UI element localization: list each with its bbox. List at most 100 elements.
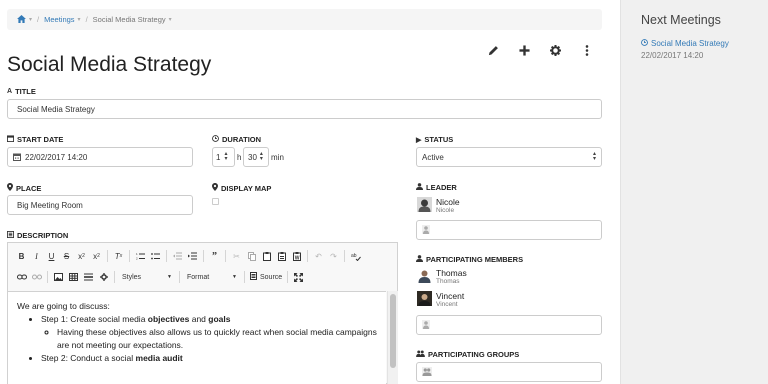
paste-icon[interactable]	[259, 249, 274, 263]
select-arrows-icon: ▴ ▾	[592, 151, 596, 162]
svg-text:1: 1	[136, 252, 138, 256]
toolbar-divider	[129, 250, 130, 262]
group-placeholder-icon	[422, 366, 432, 378]
calendar-icon[interactable]	[13, 153, 21, 161]
toolbar-divider	[344, 250, 345, 262]
duration-minutes-value: 30	[248, 152, 257, 162]
image-icon[interactable]	[51, 270, 66, 284]
participating-members-label: PARTICIPATING MEMBERS	[416, 255, 523, 264]
editor-list-item: Having these objectives also allows us t…	[57, 326, 377, 352]
member-person[interactable]: Vincent Vincent	[417, 291, 464, 309]
map-marker-icon	[7, 183, 13, 193]
title-input[interactable]: Social Media Strategy	[7, 99, 602, 119]
scrollbar-thumb[interactable]	[390, 294, 396, 368]
paste-text-icon[interactable]	[274, 249, 289, 263]
chevron-down-icon[interactable]: ▾	[169, 16, 172, 23]
remove-format-icon[interactable]: Tx	[111, 249, 126, 263]
svg-text:2: 2	[136, 257, 138, 261]
superscript-icon[interactable]: x2	[89, 249, 104, 263]
editor-text: and	[189, 314, 209, 324]
horizontal-line-icon[interactable]	[81, 270, 96, 284]
redo-icon[interactable]: ↷	[326, 249, 341, 263]
leader-label-text: LEADER	[426, 183, 457, 192]
editor-scrollbar[interactable]	[387, 291, 398, 384]
member-person[interactable]: Thomas Thomas	[417, 268, 467, 286]
editor-bold-text: objectives	[147, 314, 190, 324]
plus-icon[interactable]	[509, 42, 540, 58]
duration-hours-input[interactable]: 1 ▴ ▾	[212, 147, 235, 167]
pencil-icon[interactable]	[478, 42, 509, 58]
bold-icon[interactable]: B	[14, 249, 29, 263]
start-date-input[interactable]: 22/02/2017 14:20	[7, 147, 193, 167]
special-char-icon[interactable]	[96, 270, 111, 284]
link-icon[interactable]	[14, 270, 29, 284]
source-button-label: Source	[260, 273, 283, 281]
subscript-icon[interactable]: x2	[74, 249, 89, 263]
underline-icon[interactable]: U	[44, 249, 59, 263]
spellcheck-icon[interactable]: ab	[348, 249, 363, 263]
styles-dropdown[interactable]: Styles ▼	[118, 270, 176, 284]
editor-text: Step 1: Create social media	[41, 314, 148, 324]
duration-hours-unit: h	[237, 153, 242, 162]
next-meeting-link[interactable]: Social Media Strategy	[641, 39, 748, 48]
chevron-down-icon[interactable]: ▾	[78, 16, 81, 23]
editor-content-area[interactable]: We are going to discuss: Step 1: Create …	[8, 291, 386, 384]
duration-label-text: DURATION	[222, 135, 262, 144]
toolbar-divider	[166, 250, 167, 262]
chevron-down-icon[interactable]: ▾	[29, 16, 32, 23]
indent-icon[interactable]	[185, 249, 200, 263]
play-icon: ▶	[416, 136, 422, 144]
breadcrumb-separator: /	[37, 15, 40, 24]
groups-search-input[interactable]	[416, 362, 602, 382]
format-dropdown[interactable]: Format ▼	[183, 270, 241, 284]
next-meetings-sidebar: Next Meetings Social Media Strategy 22/0…	[620, 0, 768, 384]
user-placeholder-icon	[422, 224, 430, 236]
table-icon[interactable]	[66, 270, 81, 284]
chevron-down-icon: ▼	[167, 274, 172, 280]
svg-text:ab: ab	[351, 253, 357, 259]
editor-list: Step 1: Create social media objectives a…	[41, 313, 377, 365]
user-placeholder-icon	[422, 319, 430, 331]
status-select[interactable]: Active ▴ ▾	[416, 147, 602, 167]
title-label: A TITLE	[7, 87, 36, 96]
blockquote-icon[interactable]: ”	[207, 249, 222, 263]
user-icon	[416, 255, 423, 264]
numbered-list-icon[interactable]: 12	[133, 249, 148, 263]
leader-label: LEADER	[416, 183, 457, 192]
toolbar-divider	[114, 271, 115, 283]
unlink-icon[interactable]	[29, 270, 44, 284]
members-search-input[interactable]	[416, 315, 602, 335]
breadcrumb-meetings[interactable]: Meetings	[44, 15, 74, 24]
editor-text: Step 2: Conduct a social	[41, 353, 136, 363]
editor-list-item: Step 2: Conduct a social media audit	[41, 352, 377, 365]
member-username: Thomas	[436, 278, 460, 285]
editor-toolbar-row-2: Styles ▼ Format ▼ Source	[14, 268, 306, 286]
spinner-icon[interactable]: ▴ ▾	[260, 151, 263, 162]
place-input[interactable]: Big Meeting Room	[7, 195, 193, 215]
bulleted-list-icon[interactable]	[148, 249, 163, 263]
more-vertical-icon[interactable]	[571, 42, 602, 58]
copy-icon[interactable]	[244, 249, 259, 263]
participating-groups-label-text: PARTICIPATING GROUPS	[428, 350, 520, 359]
home-icon[interactable]	[17, 14, 26, 25]
duration-minutes-input[interactable]: 30 ▴ ▾	[243, 147, 269, 167]
paste-word-icon[interactable]: W	[289, 249, 304, 263]
strikethrough-icon[interactable]: S	[59, 249, 74, 263]
outdent-icon[interactable]	[170, 249, 185, 263]
italic-icon[interactable]: I	[29, 249, 44, 263]
leader-username: Nicole	[436, 207, 455, 214]
undo-icon[interactable]: ↶	[311, 249, 326, 263]
cut-icon[interactable]: ✂	[229, 249, 244, 263]
toolbar-divider	[225, 250, 226, 262]
maximize-icon[interactable]	[291, 270, 306, 284]
chevron-down-icon: ▼	[232, 274, 237, 280]
leader-person[interactable]: Nicole Nicole	[417, 197, 460, 215]
gear-icon[interactable]	[540, 42, 571, 58]
toolbar-divider	[307, 250, 308, 262]
display-map-checkbox[interactable]	[212, 198, 219, 205]
sidebar-title: Next Meetings	[641, 13, 721, 27]
leader-search-input[interactable]	[416, 220, 602, 240]
spinner-icon[interactable]: ▴ ▾	[224, 151, 227, 162]
source-button[interactable]: Source	[248, 270, 284, 284]
next-meeting-title[interactable]: Social Media Strategy	[651, 39, 729, 48]
